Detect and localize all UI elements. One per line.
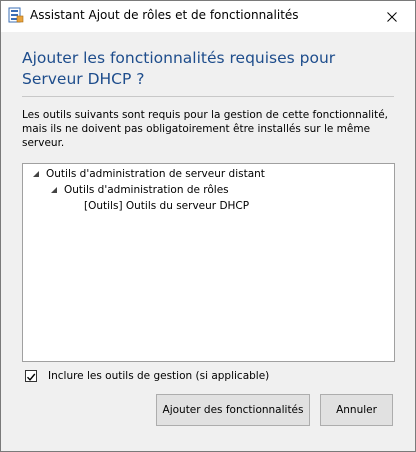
include-tools-checkbox[interactable] — [25, 370, 37, 382]
server-manager-icon — [8, 7, 24, 23]
tree-item-role-admin-tools[interactable]: Outils d'administration de rôles — [49, 182, 229, 198]
tree-item-remote-admin-tools[interactable]: Outils d'administration de serveur dista… — [31, 166, 265, 182]
expanded-arrow-icon[interactable] — [49, 185, 59, 195]
dialog-heading: Ajouter les fonctionnalités requises pou… — [22, 49, 336, 88]
window-title: Assistant Ajout de rôles et de fonctionn… — [30, 8, 299, 22]
tree-item-dhcp-server-tools[interactable]: [Outils] Outils du serveur DHCP — [84, 198, 249, 214]
dialog-description: Les outils suivants sont requis pour la … — [22, 109, 388, 149]
close-button[interactable] — [369, 1, 415, 32]
required-tools-tree[interactable]: Outils d'administration de serveur dista… — [22, 163, 395, 362]
close-icon — [387, 11, 397, 22]
tree-item-label: Outils d'administration de serveur dista… — [46, 168, 265, 180]
cancel-button[interactable]: Annuler — [320, 394, 393, 426]
add-features-button[interactable]: Ajouter des fonctionnalités — [156, 394, 310, 426]
include-tools-label[interactable]: Inclure les outils de gestion (si applic… — [48, 370, 269, 382]
tree-item-label: Outils d'administration de rôles — [64, 184, 229, 196]
expanded-arrow-icon[interactable] — [31, 169, 41, 179]
tree-item-label: [Outils] Outils du serveur DHCP — [84, 200, 250, 212]
include-tools-option[interactable]: Inclure les outils de gestion (si applic… — [25, 368, 269, 384]
dialog-window: Assistant Ajout de rôles et de fonctionn… — [0, 0, 416, 452]
checkmark-icon — [26, 367, 36, 386]
title-bar[interactable]: Assistant Ajout de rôles et de fonctionn… — [1, 1, 415, 32]
heading-separator — [22, 96, 394, 97]
dialog-content: Ajouter les fonctionnalités requises pou… — [1, 32, 415, 451]
